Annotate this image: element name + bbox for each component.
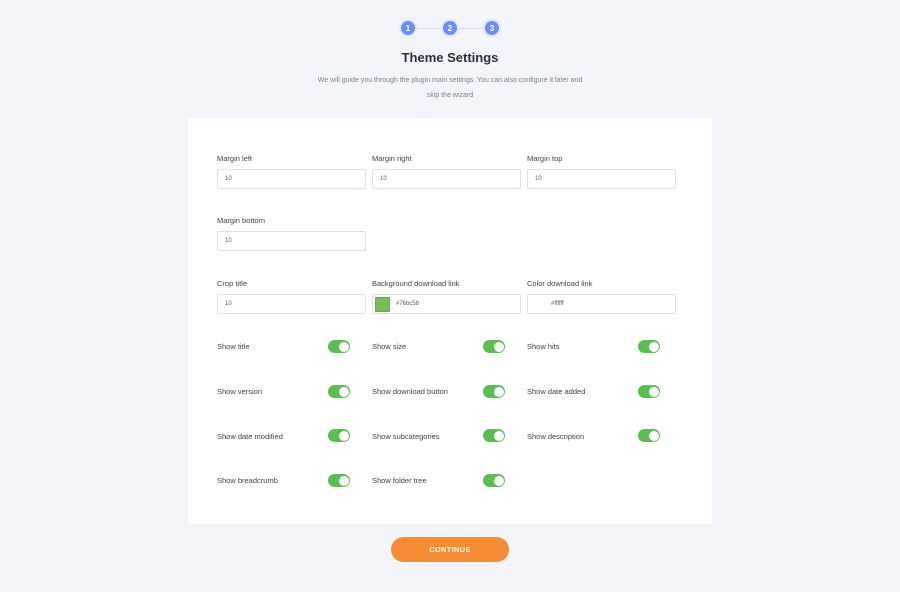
margin-top-label: Margin top	[527, 154, 563, 163]
show-date-added-toggle[interactable]	[638, 385, 660, 398]
show-folder-tree-toggle[interactable]	[483, 474, 505, 487]
toggle-knob	[338, 475, 349, 486]
show-hits-toggle[interactable]	[638, 340, 660, 353]
toggle-label: Show breadcrumb	[217, 476, 278, 485]
show-date-modified-toggle[interactable]	[328, 429, 350, 442]
toggle-label: Show download button	[372, 387, 448, 396]
margin-top-value: 10	[535, 176, 542, 182]
toggle-label: Show date added	[527, 387, 586, 396]
page-title: Theme Settings	[401, 50, 499, 65]
toggle-knob	[493, 430, 504, 441]
step-connector	[457, 28, 485, 29]
toggle-knob	[338, 430, 349, 441]
toggle-knob	[338, 341, 349, 352]
settings-card: Margin left 10 Margin right 10 Margin to…	[188, 118, 712, 524]
show-download-button-toggle[interactable]	[483, 385, 505, 398]
toggle-label: Show hits	[527, 342, 560, 351]
crop-title-value: 10	[225, 301, 232, 307]
wizard-stepper: 1 2 3	[401, 21, 499, 35]
bg-download-link-label: Background download link	[372, 279, 460, 288]
bg-download-link-input[interactable]: #76bc58	[372, 294, 521, 314]
step-1[interactable]: 1	[401, 21, 415, 35]
crop-title-label: Crop title	[217, 279, 248, 288]
step-3[interactable]: 3	[485, 21, 499, 35]
color-download-link-value: #ffffff	[551, 301, 564, 307]
show-title-toggle[interactable]	[328, 340, 350, 353]
margin-bottom-input[interactable]: 10	[217, 231, 366, 251]
toggle-knob	[648, 341, 659, 352]
margin-top-input[interactable]: 10	[527, 169, 676, 189]
margin-right-input[interactable]: 10	[372, 169, 521, 189]
toggle-knob	[493, 475, 504, 486]
margin-left-label: Margin left	[217, 154, 253, 163]
show-description-toggle[interactable]	[638, 429, 660, 442]
subtitle-line: We will guide you through the plugin mai…	[317, 77, 583, 84]
toggle-knob	[493, 341, 504, 352]
margin-bottom-label: Margin bottom	[217, 216, 265, 225]
bg-download-link-value: #76bc58	[396, 301, 420, 307]
toggle-knob	[493, 386, 504, 397]
subtitle-line: skip the wizard	[426, 92, 474, 99]
show-breadcrumb-toggle[interactable]	[328, 474, 350, 487]
continue-button[interactable]: CONTINUE	[391, 537, 509, 562]
margin-left-input[interactable]: 10	[217, 169, 366, 189]
margin-right-label: Margin right	[372, 154, 412, 163]
margin-right-value: 10	[380, 176, 387, 182]
toggle-label: Show folder tree	[372, 476, 427, 485]
toggle-label: Show description	[527, 432, 585, 441]
toggle-label: Show size	[372, 342, 407, 351]
color-download-link-label: Color download link	[527, 279, 593, 288]
show-version-toggle[interactable]	[328, 385, 350, 398]
toggle-knob	[648, 386, 659, 397]
show-subcategories-toggle[interactable]	[483, 429, 505, 442]
color-download-link-input[interactable]: #ffffff	[527, 294, 676, 314]
color-swatch[interactable]	[375, 296, 390, 312]
margin-bottom-value: 10	[225, 238, 232, 244]
toggle-knob	[338, 386, 349, 397]
color-swatch[interactable]	[530, 296, 545, 312]
toggle-knob	[648, 430, 659, 441]
toggle-label: Show subcategories	[372, 432, 440, 441]
toggle-label: Show version	[217, 387, 263, 396]
step-connector	[415, 28, 443, 29]
margin-left-value: 10	[225, 176, 232, 182]
crop-title-input[interactable]: 10	[217, 294, 366, 314]
show-size-toggle[interactable]	[483, 340, 505, 353]
toggle-label: Show title	[217, 342, 250, 351]
page-subtitle: We will guide you through the plugin mai…	[310, 73, 590, 103]
step-2[interactable]: 2	[443, 21, 457, 35]
toggle-label: Show date modified	[217, 432, 283, 441]
